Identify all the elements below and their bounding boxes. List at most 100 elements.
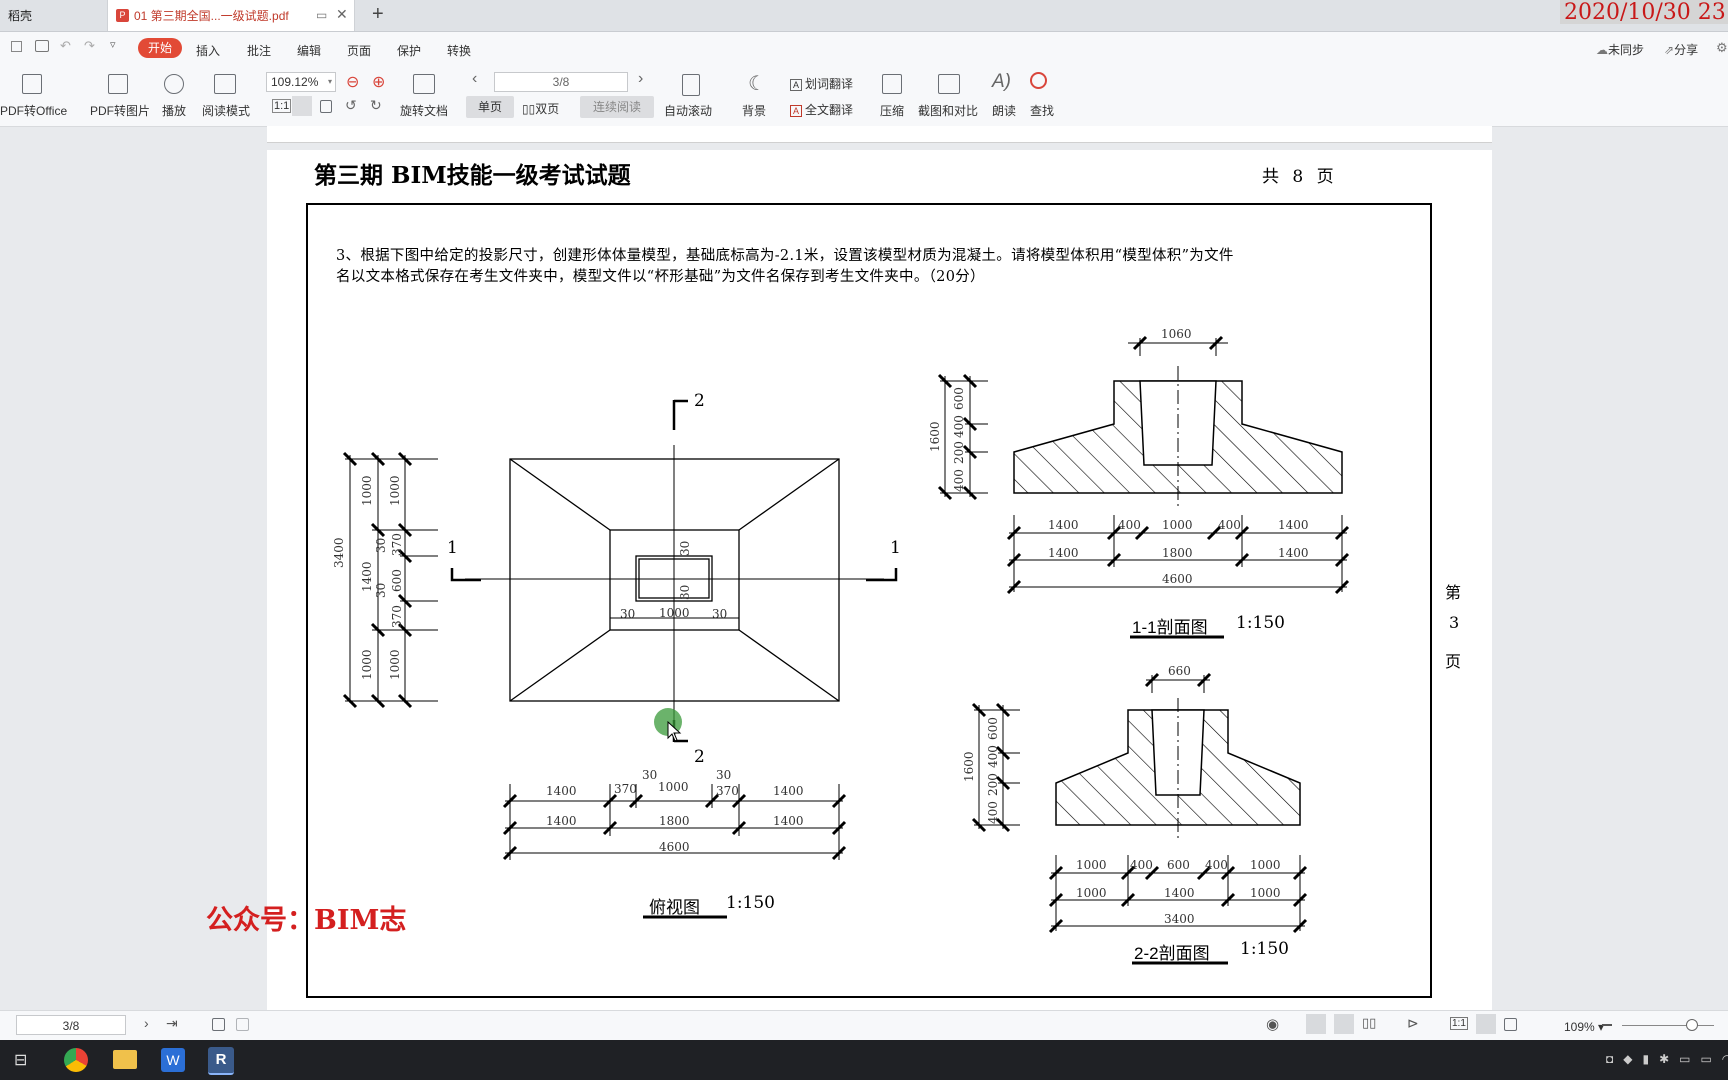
customize-icon[interactable]: ▿ [110, 38, 116, 51]
pdf-to-office-button[interactable]: PDF转Office [0, 102, 67, 119]
word-translate-button[interactable]: A 划词翻译 [790, 75, 853, 92]
plan-dim-left-1400: 1400 [360, 561, 374, 592]
plan-dim-inner-30-bottom: 30 [374, 582, 388, 598]
plan-section-mark-2-top: 2 [694, 391, 705, 411]
zoom-out-button[interactable] [1602, 1024, 1612, 1026]
book-icon [214, 74, 236, 94]
menu-protect[interactable]: 保护 [397, 42, 421, 59]
toolbar [0, 62, 1728, 127]
search-icon [1030, 72, 1047, 89]
fit-width-icon[interactable] [320, 100, 332, 113]
zoom-slider-handle[interactable] [1686, 1019, 1698, 1031]
save-icon[interactable] [11, 41, 22, 52]
section2-left-400-b: 400 [986, 801, 1000, 824]
section1-left-outer-dim: 1600 [928, 421, 942, 452]
actual-size-icon[interactable]: 1:1 [272, 99, 292, 113]
fit-page-icon[interactable] [292, 96, 312, 116]
tab-pdf-document[interactable]: P 01 第三期全国...一级试题.pdf ▭ ✕ [107, 0, 355, 31]
zoom-slider-track[interactable] [1622, 1025, 1714, 1026]
section2-row1-400-b: 400 [1205, 858, 1228, 872]
single-page-button[interactable]: 单页 [466, 96, 514, 118]
task-view-icon[interactable]: ⊟ [14, 1050, 27, 1070]
redo-icon[interactable]: ↷ [84, 38, 95, 54]
close-tab-icon[interactable]: ✕ [336, 6, 348, 23]
zoom-in-icon[interactable]: ⊕ [372, 72, 385, 92]
sync-label: 未同步 [1608, 43, 1645, 57]
section2-left-outer-dim: 1600 [962, 751, 976, 782]
zoom-out-icon[interactable]: ⊖ [346, 72, 359, 92]
plan-section-mark-1-left: 1 [447, 538, 458, 558]
compress-button[interactable]: 压缩 [880, 102, 904, 119]
double-page-button[interactable]: ▯▯双页 [522, 100, 559, 117]
back-icon[interactable] [212, 1018, 225, 1031]
screenshot-compare-button[interactable]: 截图和对比 [918, 102, 978, 119]
menu-start[interactable]: 开始 [138, 38, 182, 58]
last-page-icon[interactable]: ⇥ [166, 1015, 178, 1032]
next-page-icon[interactable]: › [638, 70, 643, 88]
sync-status[interactable]: ☁未同步 [1596, 41, 1644, 58]
settings-icon[interactable]: ⚙ [1716, 40, 1728, 56]
two-page-view-icon[interactable]: ▯▯ [1362, 1015, 1376, 1031]
rotate-right-icon[interactable]: ↻ [370, 97, 382, 114]
tab-home-label: 稻壳 [8, 9, 33, 23]
read-aloud-button[interactable]: 朗读 [992, 102, 1016, 119]
page-number-field[interactable]: 3/8 [494, 72, 628, 92]
fit-page-icon[interactable] [1476, 1014, 1496, 1034]
rotate-left-icon[interactable]: ↺ [345, 97, 357, 114]
menu-edit[interactable]: 编辑 [297, 42, 321, 59]
print-icon[interactable] [35, 40, 49, 52]
revit-app-icon[interactable]: R [208, 1047, 234, 1075]
read-mode-button[interactable]: 阅读模式 [202, 102, 250, 119]
plan-bottom-1400-a: 1400 [546, 784, 577, 798]
section1-left-600: 600 [952, 387, 966, 410]
pin-icon[interactable]: ▭ [316, 8, 327, 22]
status-page-input[interactable]: 3/8 [16, 1015, 126, 1035]
zoom-select[interactable]: 109.12% ▾ [266, 72, 336, 92]
plan-section-mark-1-right: 1 [890, 538, 901, 558]
background-button[interactable]: 背景 [742, 102, 766, 119]
continuous-read-button[interactable]: 连续阅读 [580, 96, 654, 118]
undo-icon[interactable]: ↶ [60, 38, 71, 54]
section2-row3-3400: 3400 [1164, 912, 1195, 926]
file-explorer-icon[interactable] [113, 1050, 137, 1069]
tab-bar: 稻壳 P 01 第三期全国...一级试题.pdf ▭ ✕ + [0, 0, 1728, 32]
play-button[interactable]: 播放 [162, 102, 186, 119]
forward-icon[interactable] [236, 1018, 249, 1031]
full-translate-button[interactable]: A 全文翻译 [790, 101, 853, 118]
new-tab-button[interactable]: + [372, 3, 384, 26]
pdf-to-image-button[interactable]: PDF转图片 [90, 102, 150, 119]
question-line-1: 3、根据下图中给定的投影尺寸，创建形体体量模型，基础底标高为-2.1米，设置该模… [336, 248, 1234, 264]
share-label: 分享 [1674, 43, 1699, 57]
moon-icon: ☾ [748, 73, 766, 95]
full-translate-label: 全文翻译 [805, 103, 854, 117]
share-button[interactable]: ⇗分享 [1664, 41, 1698, 58]
actual-size-icon[interactable]: 1:1 [1450, 1017, 1468, 1030]
side-page-label-2: 3 [1449, 613, 1460, 632]
pdf-to-image-icon [108, 74, 128, 94]
zoom-dropdown[interactable]: 109% ▾ [1564, 1020, 1604, 1034]
find-button[interactable]: 查找 [1030, 102, 1054, 119]
menu-convert[interactable]: 转换 [447, 42, 471, 59]
browser-icon[interactable] [64, 1048, 88, 1072]
pdf-to-office-icon [22, 74, 42, 94]
system-tray-icons[interactable]: ◘◆▮✱▭▭◠ [1606, 1052, 1728, 1066]
next-page-icon[interactable]: › [144, 1015, 149, 1031]
play-icon[interactable]: ⊳ [1407, 1015, 1419, 1032]
zoom-value: 109.12% [271, 75, 319, 89]
auto-scroll-button[interactable]: 自动滚动 [664, 102, 712, 119]
section2-left-600: 600 [986, 717, 1000, 740]
fit-width-icon[interactable] [1504, 1018, 1517, 1031]
double-page-icon: ▯▯ [522, 102, 536, 116]
side-page-label-1: 第 [1445, 583, 1462, 602]
menu-insert[interactable]: 插入 [196, 42, 220, 59]
menu-page[interactable]: 页面 [347, 42, 371, 59]
prev-page-icon[interactable]: ‹ [472, 70, 477, 88]
continuous-view-icon[interactable] [1334, 1014, 1354, 1034]
rotate-document-button[interactable]: 旋转文档 [400, 102, 448, 119]
single-page-view-icon[interactable] [1306, 1014, 1326, 1034]
tab-home[interactable]: 稻壳 [0, 0, 107, 31]
eye-icon[interactable]: ◉ [1266, 1015, 1279, 1033]
plan-dim-inner-1000-bottom: 1000 [388, 649, 402, 680]
wps-app-icon[interactable]: W [161, 1048, 185, 1072]
menu-annotate[interactable]: 批注 [247, 42, 271, 59]
